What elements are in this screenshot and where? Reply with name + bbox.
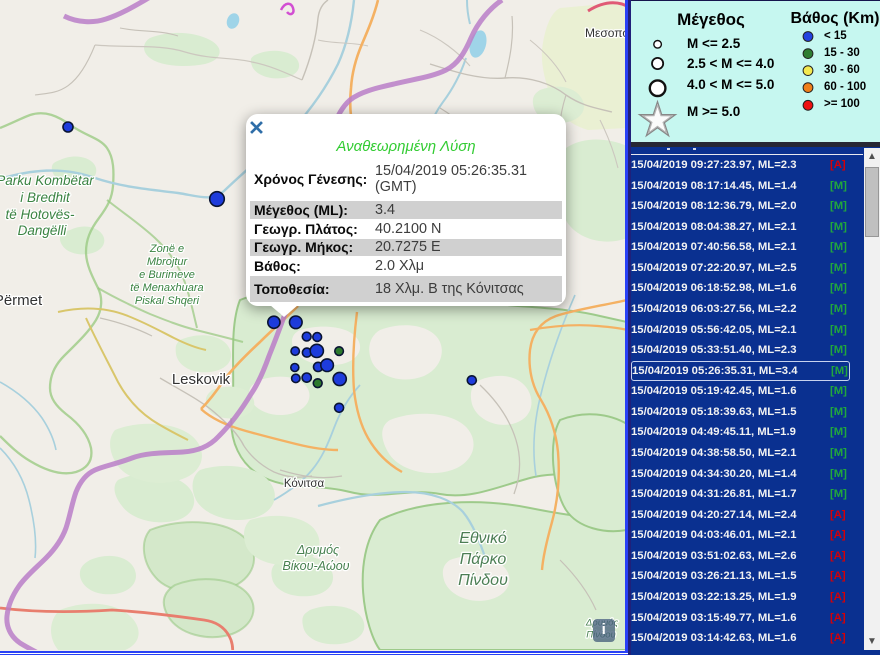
svg-text:i Bredhit: i Bredhit [20, 190, 71, 205]
svg-text:të Menaxhuara: të Menaxhuara [130, 282, 203, 294]
svg-text:të Hotovës-: të Hotovës- [5, 207, 75, 222]
svg-text:Εθνικό: Εθνικό [459, 530, 507, 547]
svg-text:Δρυμός: Δρυμός [296, 543, 340, 557]
svg-text:Κόνιτσα: Κόνιτσα [284, 478, 325, 490]
svg-text:Μεσοποτ: Μεσοποτ [585, 26, 627, 40]
svg-text:Mbrojtur: Mbrojtur [147, 256, 189, 268]
svg-text:Dangëlli: Dangëlli [18, 223, 68, 238]
svg-text:Piskal Shqeri: Piskal Shqeri [135, 295, 200, 307]
svg-text:Zonë e: Zonë e [149, 243, 184, 255]
svg-text:Përmet: Përmet [0, 292, 43, 309]
svg-text:Πάρκο: Πάρκο [460, 551, 507, 568]
svg-text:e Burimeve: e Burimeve [139, 269, 195, 281]
svg-text:Leskovik: Leskovik [172, 371, 231, 388]
svg-text:Πίνδου: Πίνδου [458, 572, 508, 589]
svg-text:Parku Kombëtar: Parku Kombëtar [0, 173, 94, 188]
svg-text:Βίκου-Αώου: Βίκου-Αώου [282, 559, 349, 573]
